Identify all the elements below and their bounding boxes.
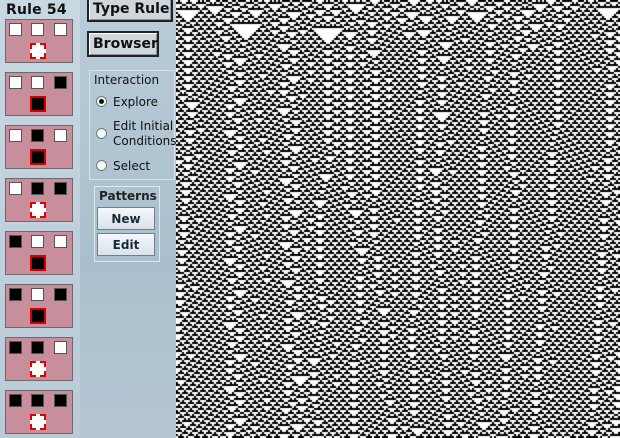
rule-case-5-right-cell: [54, 288, 67, 301]
rule-case-6-output-cell[interactable]: [30, 361, 46, 377]
rule-case-0-output-cell[interactable]: [30, 43, 46, 59]
rule-case-3-right-cell: [54, 182, 67, 195]
patterns-legend: Patterns: [99, 189, 157, 203]
rule-case-7-output-cell[interactable]: [30, 414, 46, 430]
interaction-legend: Interaction: [94, 73, 160, 87]
rule-case-6-right-cell: [54, 341, 67, 354]
browser-button[interactable]: Browser: [87, 31, 159, 57]
rule-case-2[interactable]: [5, 125, 73, 169]
rule-case-5[interactable]: [5, 284, 73, 328]
rule-case-2-center-cell: [31, 129, 44, 142]
rule-case-5-center-cell: [31, 288, 44, 301]
rule-case-4-left-cell: [9, 235, 22, 248]
control-panel: Type Rule Browser Interaction Explore Ed…: [80, 0, 177, 438]
rule-case-1-output-cell[interactable]: [30, 96, 46, 112]
rule-case-7-center-cell: [31, 394, 44, 407]
interaction-group: Interaction Explore Edit Initial Conditi…: [89, 70, 177, 180]
rule-case-4-right-cell: [54, 235, 67, 248]
radio-edit-initial-conditions-indicator[interactable]: [96, 128, 107, 139]
edit-pattern-button[interactable]: Edit: [97, 233, 155, 256]
rule-case-3-output-cell[interactable]: [30, 202, 46, 218]
rule-case-2-output-cell[interactable]: [30, 149, 46, 165]
rule-case-1-left-cell: [9, 76, 22, 89]
rule-case-1-right-cell: [54, 76, 67, 89]
radio-explore-indicator[interactable]: [96, 96, 107, 107]
rule-case-7[interactable]: [5, 390, 73, 434]
rule-case-3-center-cell: [31, 182, 44, 195]
radio-select-label: Select: [113, 159, 151, 173]
rule-case-5-output-cell[interactable]: [30, 308, 46, 324]
rule-case-0[interactable]: [5, 19, 73, 63]
rule-case-3[interactable]: [5, 178, 73, 222]
rule-case-7-left-cell: [9, 394, 22, 407]
radio-select-indicator[interactable]: [96, 160, 107, 171]
rule-case-2-right-cell: [54, 129, 67, 142]
automaton-canvas[interactable]: [176, 0, 620, 438]
rule-case-2-left-cell: [9, 129, 22, 142]
new-pattern-button[interactable]: New: [97, 207, 155, 230]
patterns-group: Patterns New Edit: [94, 186, 160, 262]
rule-title: Rule 54: [6, 2, 67, 18]
rule-case-4-output-cell[interactable]: [30, 255, 46, 271]
rule-panel: Rule 54: [0, 0, 80, 438]
rule-case-1[interactable]: [5, 72, 73, 116]
rule-case-6-left-cell: [9, 341, 22, 354]
rule-case-6[interactable]: [5, 337, 73, 381]
rule-case-0-center-cell: [31, 23, 44, 36]
rule-case-0-left-cell: [9, 23, 22, 36]
rule-case-4-center-cell: [31, 235, 44, 248]
radio-edit-initial-conditions-label-line2: Conditions: [113, 134, 177, 148]
rule-case-3-left-cell: [9, 182, 22, 195]
radio-explore-label: Explore: [113, 95, 159, 109]
rule-case-5-left-cell: [9, 288, 22, 301]
rule-case-7-right-cell: [54, 394, 67, 407]
radio-edit-initial-conditions-label-line1: Edit Initial: [113, 119, 174, 133]
type-rule-button[interactable]: Type Rule: [87, 0, 173, 22]
rule-case-4[interactable]: [5, 231, 73, 275]
rule-case-1-center-cell: [31, 76, 44, 89]
rule-case-6-center-cell: [31, 341, 44, 354]
rule-case-0-right-cell: [54, 23, 67, 36]
